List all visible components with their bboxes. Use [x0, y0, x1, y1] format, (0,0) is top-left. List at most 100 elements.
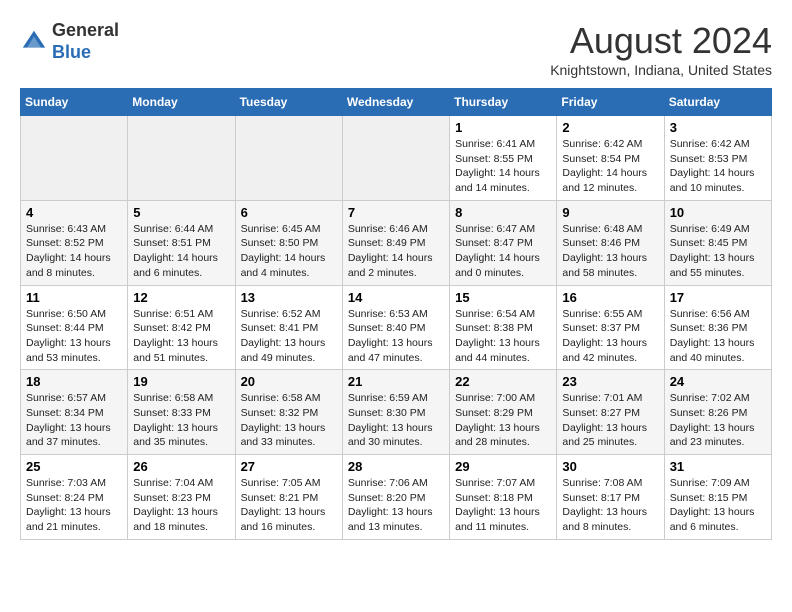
day-info: Sunrise: 7:09 AM Sunset: 8:15 PM Dayligh… — [670, 476, 766, 535]
day-info: Sunrise: 6:50 AM Sunset: 8:44 PM Dayligh… — [26, 307, 122, 366]
day-number: 22 — [455, 374, 551, 389]
calendar-week-3: 11 Sunrise: 6:50 AM Sunset: 8:44 PM Dayli… — [21, 285, 772, 370]
day-number: 14 — [348, 290, 444, 305]
day-number: 9 — [562, 205, 658, 220]
calendar-cell — [128, 116, 235, 201]
calendar-cell: 27 Sunrise: 7:05 AM Sunset: 8:21 PM Dayli… — [235, 455, 342, 540]
calendar-cell: 17 Sunrise: 6:56 AM Sunset: 8:36 PM Dayli… — [664, 285, 771, 370]
calendar-cell: 20 Sunrise: 6:58 AM Sunset: 8:32 PM Dayli… — [235, 370, 342, 455]
day-number: 15 — [455, 290, 551, 305]
calendar-cell: 11 Sunrise: 6:50 AM Sunset: 8:44 PM Dayli… — [21, 285, 128, 370]
page-header: General Blue August 2024 Knightstown, In… — [20, 20, 772, 78]
day-info: Sunrise: 6:58 AM Sunset: 8:33 PM Dayligh… — [133, 391, 229, 450]
day-info: Sunrise: 6:58 AM Sunset: 8:32 PM Dayligh… — [241, 391, 337, 450]
calendar-table: Sunday Monday Tuesday Wednesday Thursday… — [20, 88, 772, 540]
day-number: 11 — [26, 290, 122, 305]
day-number: 31 — [670, 459, 766, 474]
day-number: 21 — [348, 374, 444, 389]
day-number: 24 — [670, 374, 766, 389]
calendar-cell: 21 Sunrise: 6:59 AM Sunset: 8:30 PM Dayli… — [342, 370, 449, 455]
day-info: Sunrise: 6:43 AM Sunset: 8:52 PM Dayligh… — [26, 222, 122, 281]
day-info: Sunrise: 6:41 AM Sunset: 8:55 PM Dayligh… — [455, 137, 551, 196]
day-number: 30 — [562, 459, 658, 474]
day-number: 6 — [241, 205, 337, 220]
calendar-cell — [21, 116, 128, 201]
day-number: 18 — [26, 374, 122, 389]
calendar-cell: 24 Sunrise: 7:02 AM Sunset: 8:26 PM Dayli… — [664, 370, 771, 455]
col-sunday: Sunday — [21, 89, 128, 116]
calendar-cell: 12Sunrise: 6:51 AM Sunset: 8:42 PM Dayli… — [128, 285, 235, 370]
logo-text: General Blue — [52, 20, 119, 63]
day-number: 17 — [670, 290, 766, 305]
calendar-cell: 16 Sunrise: 6:55 AM Sunset: 8:37 PM Dayli… — [557, 285, 664, 370]
calendar-cell: 14Sunrise: 6:53 AM Sunset: 8:40 PM Dayli… — [342, 285, 449, 370]
day-number: 10 — [670, 205, 766, 220]
title-block: August 2024 Knightstown, Indiana, United… — [550, 20, 772, 78]
day-info: Sunrise: 7:00 AM Sunset: 8:29 PM Dayligh… — [455, 391, 551, 450]
day-number: 23 — [562, 374, 658, 389]
calendar-cell: 9 Sunrise: 6:48 AM Sunset: 8:46 PM Daylig… — [557, 200, 664, 285]
day-info: Sunrise: 6:47 AM Sunset: 8:47 PM Dayligh… — [455, 222, 551, 281]
day-number: 28 — [348, 459, 444, 474]
day-info: Sunrise: 6:55 AM Sunset: 8:37 PM Dayligh… — [562, 307, 658, 366]
day-info: Sunrise: 6:44 AM Sunset: 8:51 PM Dayligh… — [133, 222, 229, 281]
day-number: 26 — [133, 459, 229, 474]
day-number: 3 — [670, 120, 766, 135]
day-info: Sunrise: 6:52 AM Sunset: 8:41 PM Dayligh… — [241, 307, 337, 366]
calendar-cell: 19 Sunrise: 6:58 AM Sunset: 8:33 PM Dayli… — [128, 370, 235, 455]
day-info: Sunrise: 6:46 AM Sunset: 8:49 PM Dayligh… — [348, 222, 444, 281]
day-number: 16 — [562, 290, 658, 305]
day-info: Sunrise: 7:08 AM Sunset: 8:17 PM Dayligh… — [562, 476, 658, 535]
day-info: Sunrise: 6:49 AM Sunset: 8:45 PM Dayligh… — [670, 222, 766, 281]
calendar-cell — [342, 116, 449, 201]
logo-icon — [20, 28, 48, 56]
calendar-cell — [235, 116, 342, 201]
day-number: 27 — [241, 459, 337, 474]
calendar-cell: 18 Sunrise: 6:57 AM Sunset: 8:34 PM Dayli… — [21, 370, 128, 455]
logo-blue: Blue — [52, 42, 91, 62]
day-info: Sunrise: 6:42 AM Sunset: 8:54 PM Dayligh… — [562, 137, 658, 196]
calendar-cell: 13 Sunrise: 6:52 AM Sunset: 8:41 PM Dayli… — [235, 285, 342, 370]
day-number: 4 — [26, 205, 122, 220]
calendar-cell: 4 Sunrise: 6:43 AM Sunset: 8:52 PM Daylig… — [21, 200, 128, 285]
calendar-cell: 26 Sunrise: 7:04 AM Sunset: 8:23 PM Dayli… — [128, 455, 235, 540]
calendar-cell: 3 Sunrise: 6:42 AM Sunset: 8:53 PM Daylig… — [664, 116, 771, 201]
calendar-week-1: 1Sunrise: 6:41 AM Sunset: 8:55 PM Daylig… — [21, 116, 772, 201]
location: Knightstown, Indiana, United States — [550, 62, 772, 78]
calendar-cell: 1Sunrise: 6:41 AM Sunset: 8:55 PM Daylig… — [450, 116, 557, 201]
header-row: Sunday Monday Tuesday Wednesday Thursday… — [21, 89, 772, 116]
calendar-cell: 15 Sunrise: 6:54 AM Sunset: 8:38 PM Dayli… — [450, 285, 557, 370]
calendar-cell: 10 Sunrise: 6:49 AM Sunset: 8:45 PM Dayli… — [664, 200, 771, 285]
calendar-cell: 8Sunrise: 6:47 AM Sunset: 8:47 PM Daylig… — [450, 200, 557, 285]
day-info: Sunrise: 6:54 AM Sunset: 8:38 PM Dayligh… — [455, 307, 551, 366]
col-wednesday: Wednesday — [342, 89, 449, 116]
day-info: Sunrise: 7:05 AM Sunset: 8:21 PM Dayligh… — [241, 476, 337, 535]
day-info: Sunrise: 7:04 AM Sunset: 8:23 PM Dayligh… — [133, 476, 229, 535]
day-info: Sunrise: 6:42 AM Sunset: 8:53 PM Dayligh… — [670, 137, 766, 196]
day-info: Sunrise: 7:03 AM Sunset: 8:24 PM Dayligh… — [26, 476, 122, 535]
calendar-cell: 7Sunrise: 6:46 AM Sunset: 8:49 PM Daylig… — [342, 200, 449, 285]
calendar-cell: 6 Sunrise: 6:45 AM Sunset: 8:50 PM Daylig… — [235, 200, 342, 285]
day-info: Sunrise: 6:57 AM Sunset: 8:34 PM Dayligh… — [26, 391, 122, 450]
day-number: 20 — [241, 374, 337, 389]
col-monday: Monday — [128, 89, 235, 116]
logo-general: General — [52, 20, 119, 40]
day-info: Sunrise: 7:06 AM Sunset: 8:20 PM Dayligh… — [348, 476, 444, 535]
calendar-cell: 22 Sunrise: 7:00 AM Sunset: 8:29 PM Dayli… — [450, 370, 557, 455]
month-title: August 2024 — [550, 20, 772, 62]
day-info: Sunrise: 6:51 AM Sunset: 8:42 PM Dayligh… — [133, 307, 229, 366]
day-number: 5 — [133, 205, 229, 220]
day-info: Sunrise: 6:48 AM Sunset: 8:46 PM Dayligh… — [562, 222, 658, 281]
day-info: Sunrise: 6:45 AM Sunset: 8:50 PM Dayligh… — [241, 222, 337, 281]
day-info: Sunrise: 7:02 AM Sunset: 8:26 PM Dayligh… — [670, 391, 766, 450]
calendar-header: Sunday Monday Tuesday Wednesday Thursday… — [21, 89, 772, 116]
day-number: 13 — [241, 290, 337, 305]
calendar-cell: 5 Sunrise: 6:44 AM Sunset: 8:51 PM Daylig… — [128, 200, 235, 285]
calendar-week-5: 25Sunrise: 7:03 AM Sunset: 8:24 PM Dayli… — [21, 455, 772, 540]
calendar-week-4: 18 Sunrise: 6:57 AM Sunset: 8:34 PM Dayli… — [21, 370, 772, 455]
day-info: Sunrise: 6:56 AM Sunset: 8:36 PM Dayligh… — [670, 307, 766, 366]
day-number: 19 — [133, 374, 229, 389]
col-saturday: Saturday — [664, 89, 771, 116]
day-info: Sunrise: 6:59 AM Sunset: 8:30 PM Dayligh… — [348, 391, 444, 450]
day-info: Sunrise: 7:01 AM Sunset: 8:27 PM Dayligh… — [562, 391, 658, 450]
